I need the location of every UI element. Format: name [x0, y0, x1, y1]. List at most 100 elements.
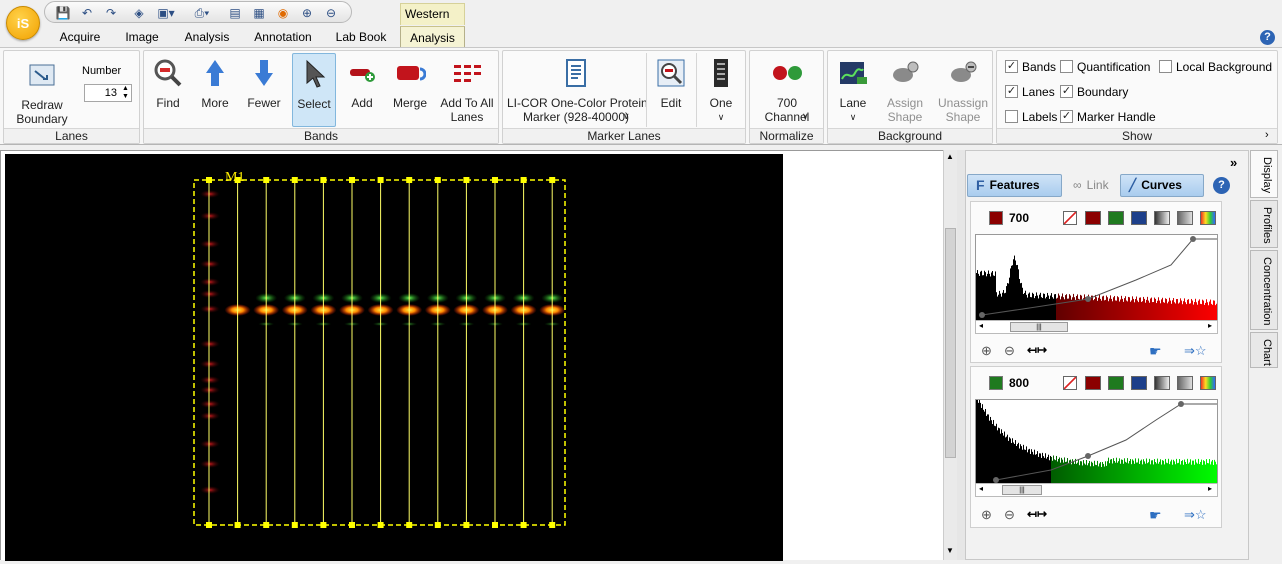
grid-icon[interactable]: ▦	[251, 6, 267, 20]
zoom-in-icon[interactable]: ⊕	[981, 507, 992, 523]
tab-acquire[interactable]: Acquire	[48, 26, 112, 48]
show-bands-checkbox[interactable]: ✓ Bands	[1005, 59, 1056, 74]
panel-help-icon[interactable]: ?	[1213, 177, 1230, 194]
auto-adjust-icon[interactable]: ⇒☆	[1184, 343, 1207, 359]
assign-shape-button[interactable]: Assign Shape	[880, 57, 930, 124]
colormap-swatch[interactable]	[1131, 376, 1147, 390]
fit-width-icon[interactable]: ↤↦	[1027, 343, 1047, 357]
hand-pointer-icon[interactable]: ☛	[1149, 343, 1162, 360]
fewer-button[interactable]: Fewer	[242, 57, 286, 110]
show-local-background-checkbox[interactable]: Local Background	[1159, 59, 1272, 74]
checkbox-checked[interactable]: ✓	[1060, 110, 1073, 123]
lane-number-spinner[interactable]: 13 ▲ ▼	[84, 84, 132, 102]
zoom-out-icon[interactable]: ⊖	[1004, 507, 1015, 523]
scroll-right-icon[interactable]: ▸	[1208, 321, 1212, 330]
canvas-vertical-scrollbar[interactable]: ▲ ▼	[943, 150, 957, 560]
fit-width-icon[interactable]: ↤↦	[1027, 507, 1047, 521]
tab-annotation[interactable]: Annotation	[242, 26, 324, 48]
lane-lines[interactable]	[206, 177, 556, 528]
rss-icon[interactable]: ◉	[275, 6, 291, 20]
colormap-swatch[interactable]	[1177, 211, 1193, 225]
blot-image[interactable]: M1	[5, 154, 783, 561]
spin-down-icon[interactable]: ▼	[120, 93, 131, 101]
channel-700-scrollbar[interactable]: ◂ ||| ▸	[975, 320, 1218, 334]
checkbox-unchecked[interactable]	[1005, 110, 1018, 123]
channel-800-histogram[interactable]	[975, 399, 1218, 489]
checkbox-checked[interactable]: ✓	[1005, 60, 1018, 73]
colormap-swatch[interactable]	[1200, 211, 1216, 225]
chevron-right-icon[interactable]: ›	[1265, 129, 1269, 141]
zoom-out-icon[interactable]: ⊖	[1004, 343, 1015, 359]
channel-700-swatch[interactable]	[989, 211, 1003, 225]
print-icon[interactable]: ⎙▾	[191, 6, 213, 20]
features-button[interactable]: F Features	[967, 174, 1062, 197]
scroll-up-icon[interactable]: ▲	[946, 152, 954, 161]
tab-image[interactable]: Image	[112, 26, 172, 48]
settings-icon[interactable]: ◈	[131, 6, 147, 20]
zoom-in-icon[interactable]: ⊕	[981, 343, 992, 359]
scroll-left-icon[interactable]: ◂	[979, 321, 983, 330]
marker-dropdown[interactable]: LI-COR One-Color Protein Marker (928-400…	[507, 57, 648, 124]
merge-button[interactable]: Merge	[388, 57, 432, 110]
image-icon[interactable]: ▣▾	[155, 6, 177, 20]
help-icon[interactable]: ?	[1260, 30, 1275, 45]
app-logo[interactable]: iS	[6, 6, 40, 40]
colormap-swatch[interactable]	[1108, 211, 1124, 225]
one-dropdown[interactable]: One ∨	[701, 57, 741, 124]
add-button[interactable]: Add	[340, 57, 384, 110]
colormap-swatch[interactable]	[1154, 376, 1170, 390]
channel-700-histogram[interactable]	[975, 234, 1218, 324]
zoom-out-icon[interactable]: ⊖	[323, 6, 339, 20]
image-canvas[interactable]: M1	[0, 150, 945, 561]
unassign-shape-button[interactable]: Unassign Shape	[936, 57, 990, 124]
scroll-thumb[interactable]: |||	[1002, 485, 1042, 495]
show-labels-checkbox[interactable]: Labels	[1005, 109, 1057, 124]
lane-dropdown[interactable]: Lane ∨	[832, 57, 874, 124]
no-colormap-icon[interactable]	[1063, 211, 1077, 225]
save-icon[interactable]: 💾	[55, 6, 71, 20]
show-boundary-checkbox[interactable]: ✓ Boundary	[1060, 84, 1128, 99]
checkbox-unchecked[interactable]	[1159, 60, 1172, 73]
tab-lab-book[interactable]: Lab Book	[324, 26, 398, 48]
hand-pointer-icon[interactable]: ☛	[1149, 507, 1162, 524]
panel-splitter[interactable]	[957, 150, 965, 560]
lane-boundary[interactable]	[193, 179, 566, 526]
tab-western-analysis[interactable]: Analysis	[400, 26, 465, 48]
side-tab-concentration[interactable]: Concentration	[1250, 250, 1278, 330]
edit-button[interactable]: Edit	[651, 57, 691, 110]
no-colormap-icon[interactable]	[1063, 376, 1077, 390]
auto-adjust-icon[interactable]: ⇒☆	[1184, 507, 1207, 523]
colormap-swatch[interactable]	[1200, 376, 1216, 390]
tab-analysis[interactable]: Analysis	[172, 26, 242, 48]
show-lanes-checkbox[interactable]: ✓ Lanes	[1005, 84, 1055, 99]
channel-800-swatch[interactable]	[989, 376, 1003, 390]
show-quantification-checkbox[interactable]: Quantification	[1060, 59, 1150, 74]
undo-icon[interactable]: ↶	[79, 6, 95, 20]
select-button[interactable]: Select	[292, 53, 336, 127]
add-to-all-lanes-button[interactable]: Add To All Lanes	[438, 57, 496, 124]
checkbox-unchecked[interactable]	[1060, 60, 1073, 73]
find-button[interactable]: Find	[148, 57, 188, 110]
zoom-in-icon[interactable]: ⊕	[299, 6, 315, 20]
scroll-thumb[interactable]: |||	[1010, 322, 1068, 332]
side-tab-chart[interactable]: Chart	[1250, 332, 1278, 368]
side-tab-profiles[interactable]: Profiles	[1250, 200, 1278, 248]
colormap-swatch[interactable]	[1108, 376, 1124, 390]
colormap-swatch[interactable]	[1085, 211, 1101, 225]
colormap-swatch[interactable]	[1154, 211, 1170, 225]
scroll-left-icon[interactable]: ◂	[979, 484, 983, 493]
channel-800-scrollbar[interactable]: ◂ ||| ▸	[975, 483, 1218, 497]
colormap-swatch[interactable]	[1177, 376, 1193, 390]
show-marker-handle-checkbox[interactable]: ✓ Marker Handle	[1060, 109, 1156, 124]
curves-button[interactable]: ╱ Curves	[1120, 174, 1204, 197]
scroll-thumb[interactable]	[945, 228, 956, 458]
checkbox-checked[interactable]: ✓	[1005, 85, 1018, 98]
collapse-panel-icon[interactable]: »	[1230, 155, 1237, 170]
scroll-down-icon[interactable]: ▼	[946, 546, 954, 555]
channel-dropdown[interactable]: 700 Channel ∨	[754, 57, 820, 124]
link-button[interactable]: ∞ Link	[1064, 174, 1118, 197]
side-tab-display[interactable]: Display	[1250, 150, 1278, 198]
export-icon[interactable]: ▤	[227, 6, 243, 20]
more-button[interactable]: More	[194, 57, 236, 110]
spin-up-icon[interactable]: ▲	[120, 85, 131, 93]
